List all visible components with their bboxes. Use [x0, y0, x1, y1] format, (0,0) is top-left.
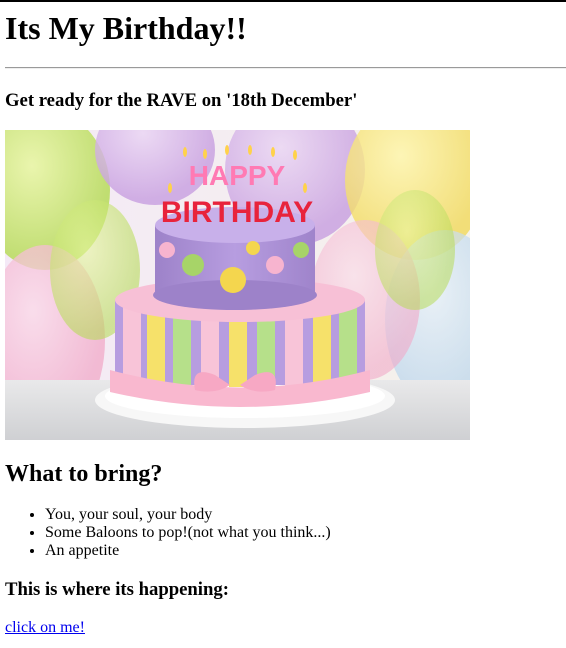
what-to-bring-heading: What to bring?: [5, 461, 163, 487]
rave-date-heading: Get ready for the RAVE on '18th December…: [5, 90, 358, 111]
page-title: Its My Birthday!!: [5, 10, 247, 46]
divider: [5, 67, 566, 69]
bring-list: You, your soul, your body Some Baloons t…: [5, 506, 331, 560]
location-heading: This is where its happening:: [5, 579, 229, 600]
birthday-cake-image: HAPPY BIRTHDAY: [5, 130, 470, 440]
top-border: [0, 0, 566, 2]
list-item: You, your soul, your body: [45, 506, 331, 524]
svg-text:HAPPY: HAPPY: [189, 160, 286, 191]
list-item: Some Baloons to pop!(not what you think.…: [45, 524, 331, 542]
location-link[interactable]: click on me!: [5, 619, 85, 637]
svg-text:BIRTHDAY: BIRTHDAY: [161, 196, 313, 229]
list-item: An appetite: [45, 542, 331, 560]
